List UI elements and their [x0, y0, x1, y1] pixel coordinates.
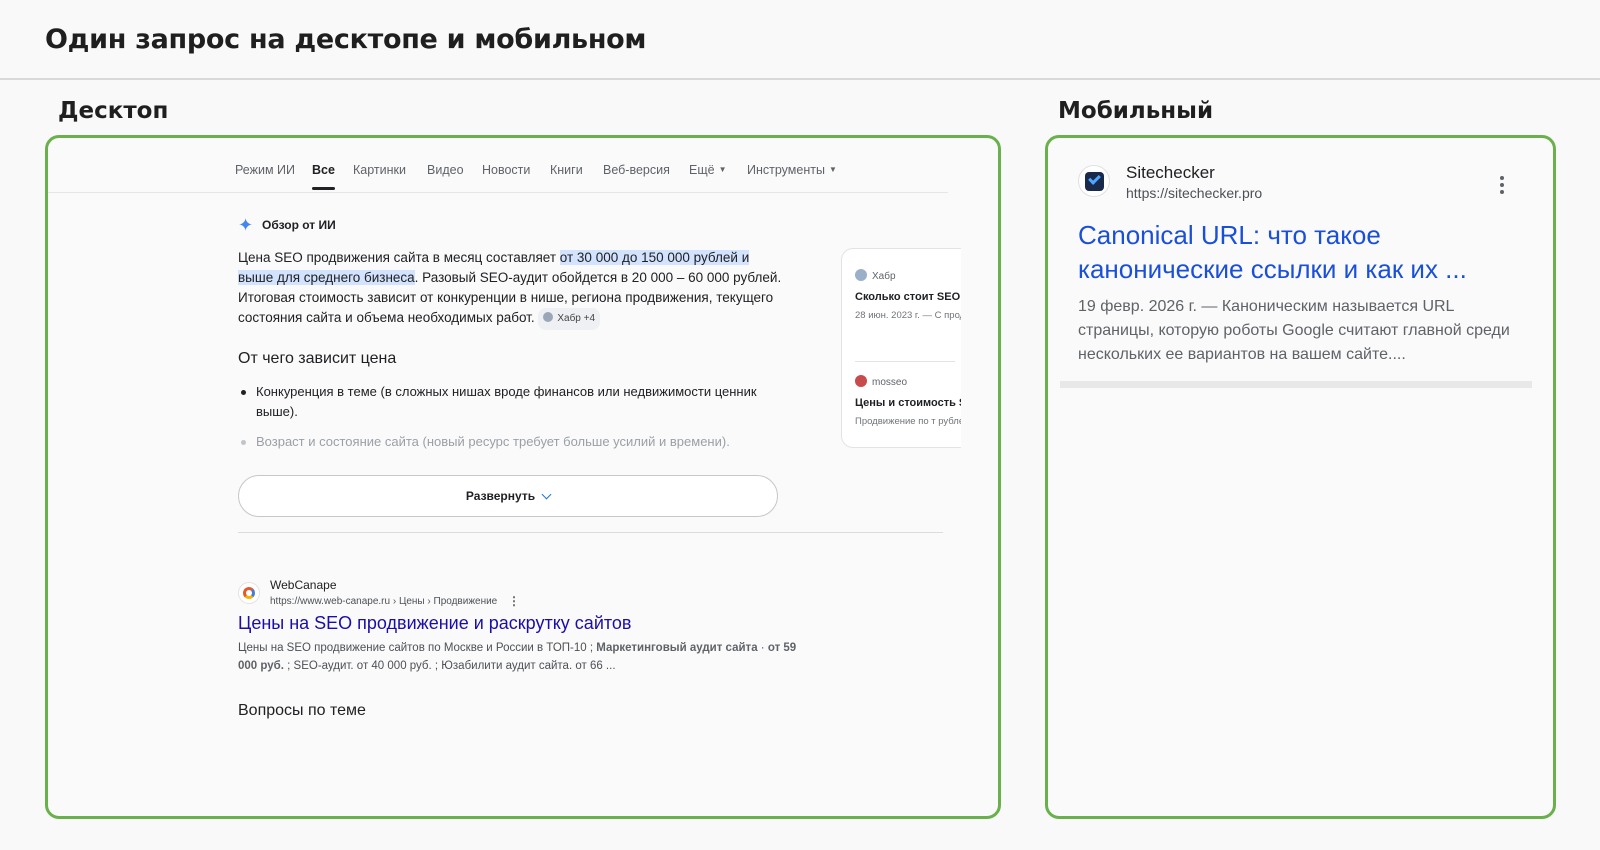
mobile-site-name[interactable]: Sitechecker: [1126, 163, 1215, 183]
source-title: Цены и стоимость SEO продвижения: [855, 397, 961, 409]
ai-text-pre: Цена SEO продвижения сайта в месяц соста…: [238, 250, 560, 265]
divider: [1060, 381, 1532, 388]
tab-more-label: Ещё: [689, 163, 715, 177]
ai-overview-heading: Обзор от ИИ: [238, 218, 336, 232]
list-item: Конкуренция в теме (в сложных нишах врод…: [238, 382, 798, 422]
source-icon: [543, 312, 554, 322]
ai-overview-heading-text: Обзор от ИИ: [262, 218, 336, 232]
mobile-result-snippet: 19 февр. 2026 г. — Каноническим называет…: [1078, 295, 1518, 367]
source-icon: [855, 269, 867, 281]
expand-button[interactable]: Развернуть: [238, 475, 778, 517]
source-meta: Продвижение по т рублей. Аудит веб: [855, 416, 961, 427]
caret-down-icon: ▼: [718, 165, 727, 174]
tab-news[interactable]: Новости: [482, 163, 530, 177]
webcanape-logo-icon: [243, 587, 255, 599]
expand-button-label: Развернуть: [465, 489, 536, 503]
ai-subheading: От чего зависит цена: [238, 350, 397, 367]
snippet-bold: Маркетинговый аудит сайта: [596, 642, 758, 654]
page-title: Один запрос на десктопе и мобильном: [45, 24, 647, 55]
tab-all[interactable]: Все: [312, 163, 335, 190]
tab-web[interactable]: Веб-версия: [603, 163, 670, 177]
tab-ai-mode[interactable]: Режим ИИ: [235, 163, 295, 177]
mobile-label: Мобильный: [1058, 98, 1214, 124]
ai-overview-text: Цена SEO продвижения сайта в месяц соста…: [238, 248, 783, 330]
mobile-result-title-link[interactable]: Canonical URL: что такое канонические сс…: [1078, 218, 1518, 286]
divider: [855, 361, 955, 362]
snippet-part: ·: [757, 642, 768, 654]
source-chip[interactable]: Хабр +4: [538, 308, 601, 330]
ai-bullets: Конкуренция в теме (в сложных нишах врод…: [238, 382, 798, 462]
more-vert-icon[interactable]: ⋮: [508, 594, 520, 608]
source-name-text: mosseo: [872, 377, 908, 388]
webcanape-favicon: [238, 582, 260, 604]
desktop-panel: Режим ИИ Все Картинки Видео Новости Книг…: [45, 135, 1001, 819]
result-url[interactable]: https://www.web-canape.ru › Цены › Продв…: [270, 596, 497, 607]
desktop-label: Десктоп: [58, 98, 169, 124]
check-icon: [1088, 172, 1101, 185]
source-name: Хабр: [855, 269, 955, 282]
mobile-panel: Sitechecker https://sitechecker.pro Cano…: [1045, 135, 1556, 819]
result-snippet: Цены на SEO продвижение сайтов по Москве…: [238, 639, 798, 675]
mobile-url[interactable]: https://sitechecker.pro: [1126, 185, 1262, 201]
source-item[interactable]: Хабр Сколько стоит SEO от чего зависит 2…: [855, 269, 961, 322]
source-name: mosseo: [855, 375, 955, 388]
source-chip-label: Хабр +4: [557, 313, 596, 324]
snippet-part: Цены на SEO продвижение сайтов по Москве…: [238, 642, 597, 654]
result-site-name[interactable]: WebCanape: [270, 578, 337, 592]
related-questions-heading: Вопросы по теме: [238, 702, 366, 719]
search-tabs: Режим ИИ Все Картинки Видео Новости Книг…: [48, 138, 948, 193]
list-item: Возраст и состояние сайта (новый ресурс …: [238, 432, 798, 452]
tab-tools-label: Инструменты: [747, 163, 825, 177]
sitechecker-logo-icon: [1085, 172, 1104, 191]
mobile-result-date: 19 февр. 2026 г. —: [1078, 298, 1222, 315]
source-name-text: Хабр: [872, 271, 896, 282]
more-vert-icon[interactable]: [1500, 176, 1504, 197]
source-icon: [855, 375, 867, 387]
divider: [238, 532, 943, 533]
snippet-part: ; SEO-аудит. от 40 000 руб. ; Юзабилити …: [283, 660, 616, 672]
tab-video[interactable]: Видео: [427, 163, 464, 177]
source-item[interactable]: mosseo Цены и стоимость SEO продвижения …: [855, 375, 961, 428]
sitechecker-favicon: [1078, 165, 1110, 197]
tab-images[interactable]: Картинки: [353, 163, 406, 177]
source-meta: 28 июн. 2023 г. — С продвижение мож: [855, 310, 961, 321]
tab-tools[interactable]: Инструменты ▼: [747, 163, 837, 177]
tab-more[interactable]: Ещё ▼: [689, 163, 727, 177]
page-header: Один запрос на десктопе и мобильном: [0, 0, 1600, 80]
chevron-down-icon: [541, 489, 552, 500]
caret-down-icon: ▼: [828, 165, 837, 174]
ai-sources-card[interactable]: Хабр Сколько стоит SEO от чего зависит 2…: [841, 248, 961, 448]
result-title-link[interactable]: Цены на SEO продвижение и раскрутку сайт…: [238, 613, 632, 634]
tab-books[interactable]: Книги: [550, 163, 583, 177]
source-title: Сколько стоит SEO от чего зависит: [855, 291, 961, 303]
